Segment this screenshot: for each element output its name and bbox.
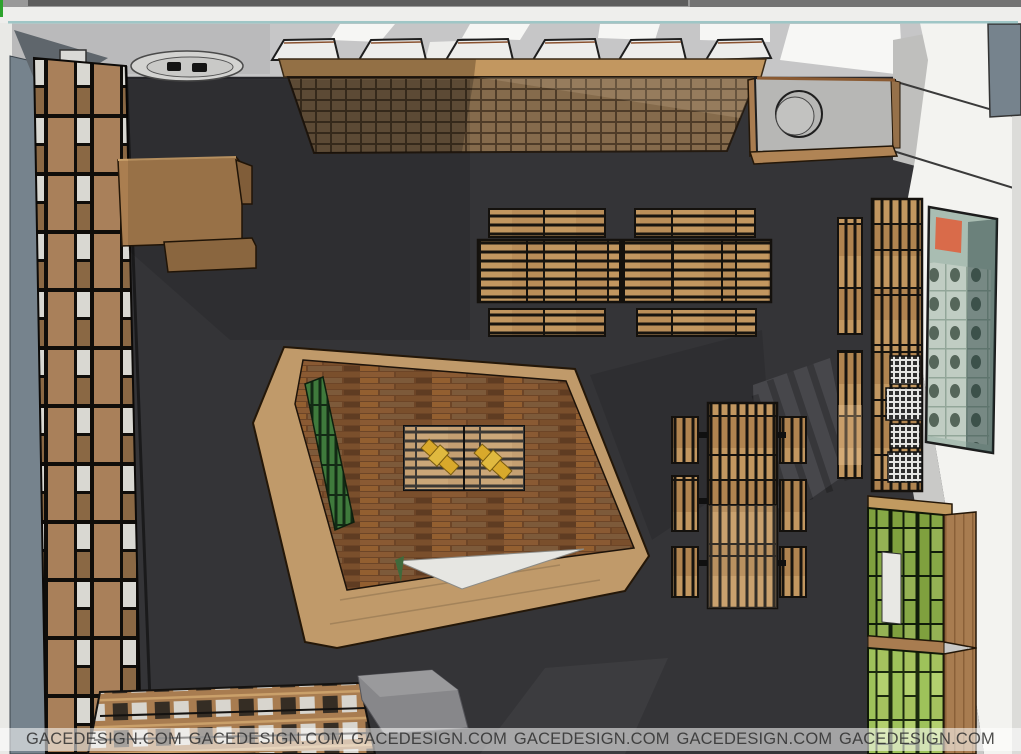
scene-svg (0, 0, 1021, 754)
bench (838, 218, 862, 334)
bench (780, 547, 806, 597)
bench (672, 417, 698, 463)
bench (672, 547, 698, 597)
vent-glyph (192, 63, 207, 72)
axis-line (0, 0, 3, 17)
blue-panel (988, 24, 1021, 117)
watermark-text: GACEDESIGN.COM (676, 730, 832, 749)
bench (637, 309, 756, 336)
study-table-right (672, 403, 806, 608)
watermark-text: GACEDESIGN.COM (26, 730, 182, 749)
slatted-coffee-table (404, 426, 524, 490)
watermark-text: GACEDESIGN.COM (189, 730, 345, 749)
bench (489, 209, 605, 237)
render-viewport: GACEDESIGN.COM GACEDESIGN.COM GACEDESIGN… (0, 0, 1021, 754)
vent-glyph (167, 62, 181, 71)
wall-poster (926, 207, 997, 453)
watermark-text: GACEDESIGN.COM (839, 730, 995, 749)
corner-cabinet (748, 78, 900, 164)
watermark-text: GACEDESIGN.COM (351, 730, 507, 749)
watermark-text: GACEDESIGN.COM (514, 730, 670, 749)
top-frame (0, 0, 1021, 24)
bench (489, 309, 605, 336)
bench (672, 476, 698, 531)
poster-orange-block (935, 217, 962, 253)
green-lockers (868, 496, 976, 754)
bench (635, 209, 755, 237)
bench (780, 480, 806, 531)
ceiling-light (131, 51, 243, 81)
watermark-band: GACEDESIGN.COM GACEDESIGN.COM GACEDESIGN… (0, 728, 1021, 751)
bench (780, 417, 806, 463)
mesh-boxes (886, 356, 922, 482)
